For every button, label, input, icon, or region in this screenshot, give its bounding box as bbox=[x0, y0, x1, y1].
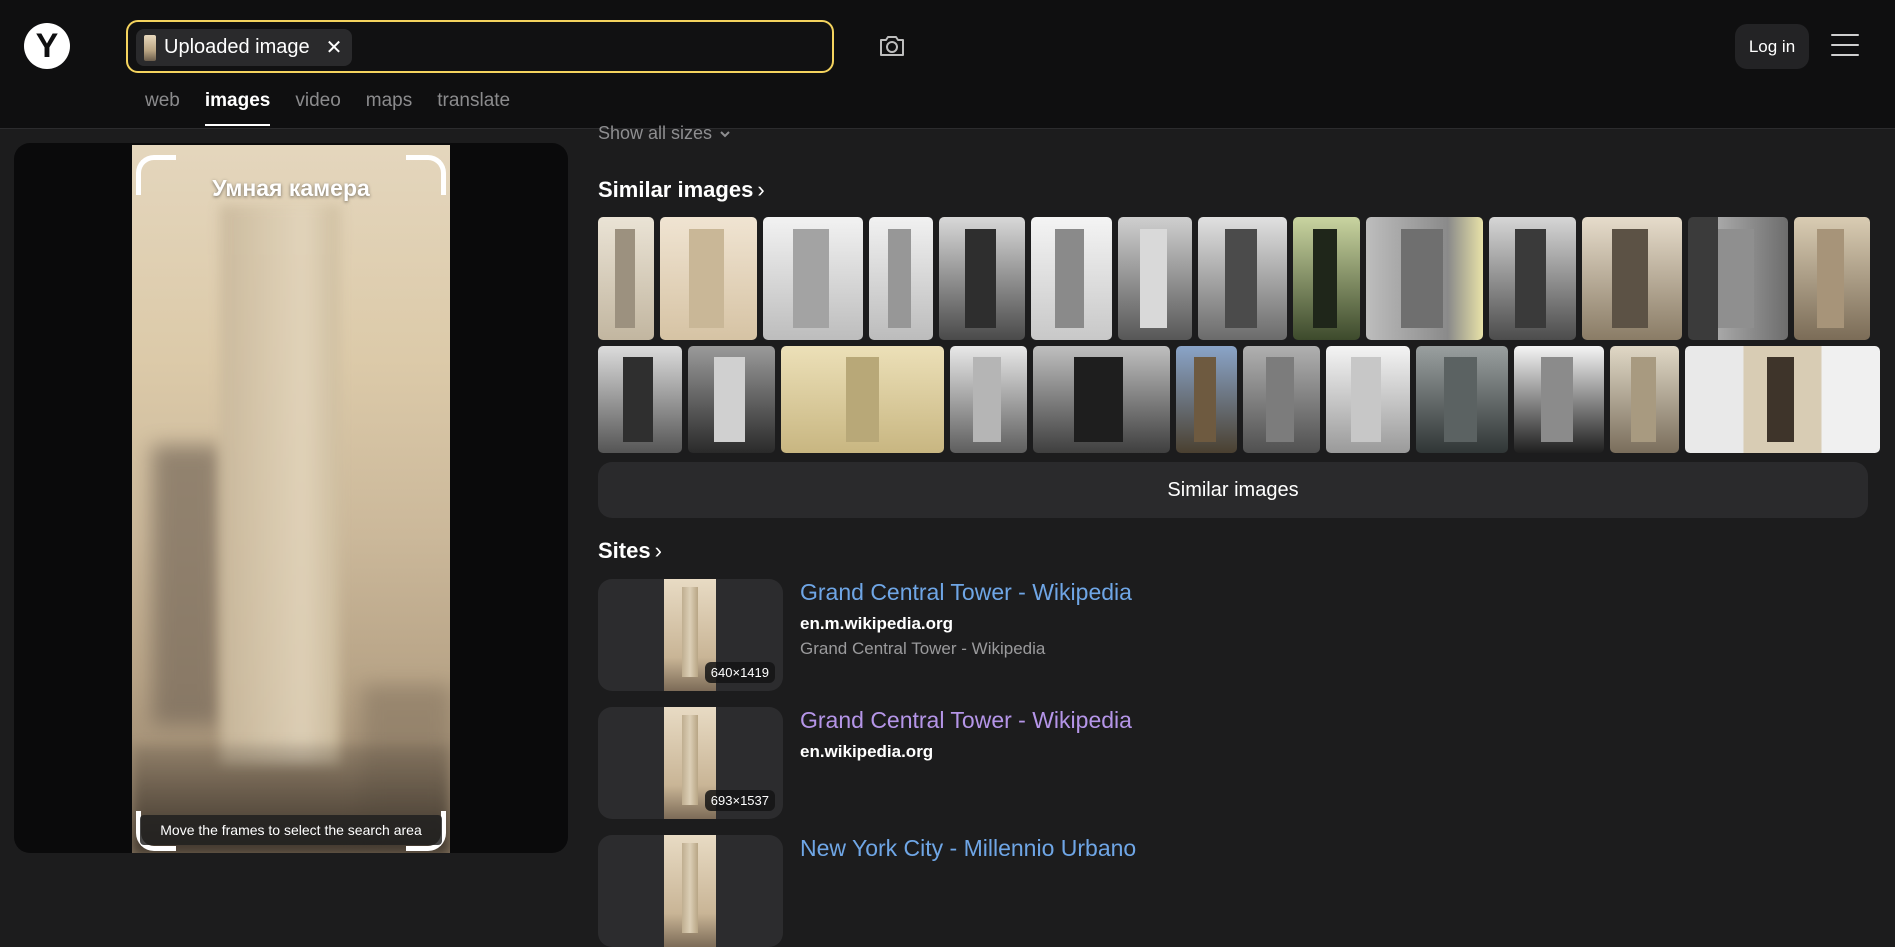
site-title-link[interactable]: Grand Central Tower - Wikipedia bbox=[800, 707, 1132, 734]
sites-title: Sites bbox=[598, 538, 651, 563]
search-box[interactable]: Uploaded image ✕ bbox=[126, 20, 834, 73]
similar-image-thumbnail[interactable] bbox=[950, 346, 1027, 453]
similar-image-thumbnail[interactable] bbox=[1685, 346, 1880, 453]
tab-translate[interactable]: translate bbox=[437, 90, 510, 126]
site-title-link[interactable]: Grand Central Tower - Wikipedia bbox=[800, 579, 1132, 606]
crop-frame-top-left-handle[interactable] bbox=[136, 155, 176, 195]
tab-images[interactable]: images bbox=[204, 90, 271, 126]
search-tabs: web images video maps translate bbox=[145, 90, 510, 126]
similar-image-thumbnail[interactable] bbox=[1118, 217, 1192, 340]
site-thumbnail[interactable]: 693×1537 bbox=[598, 707, 783, 819]
similar-images-button[interactable]: Similar images bbox=[598, 462, 1868, 518]
similar-image-thumbnail[interactable] bbox=[1489, 217, 1576, 340]
similar-images-heading[interactable]: Similar images › bbox=[598, 177, 765, 203]
tab-video[interactable]: video bbox=[295, 90, 340, 126]
crop-frame-top-right-handle[interactable] bbox=[406, 155, 446, 195]
header: Y Uploaded image ✕ Log in web images vid… bbox=[0, 0, 1895, 129]
similar-image-thumbnail[interactable] bbox=[598, 217, 654, 340]
show-all-sizes-label: Show all sizes bbox=[598, 123, 713, 143]
similar-images-row-1 bbox=[598, 217, 1870, 340]
uploaded-image-preview: Умная камера Move the frames to select t… bbox=[132, 145, 450, 853]
similar-image-thumbnail[interactable] bbox=[1366, 217, 1483, 340]
site-result: 640×1419 Grand Central Tower - Wikipedia… bbox=[598, 579, 1868, 691]
tab-web[interactable]: web bbox=[145, 90, 180, 126]
similar-image-thumbnail[interactable] bbox=[1031, 217, 1112, 340]
uploaded-image-label: Uploaded image bbox=[164, 36, 310, 58]
similar-image-thumbnail[interactable] bbox=[598, 346, 682, 453]
similar-image-thumbnail[interactable] bbox=[781, 346, 944, 453]
site-title-link[interactable]: New York City - Millennio Urbano bbox=[800, 835, 1136, 862]
sites-heading[interactable]: Sites › bbox=[598, 538, 662, 564]
crop-hint: Move the frames to select the search are… bbox=[140, 815, 442, 845]
similar-image-thumbnail[interactable] bbox=[1688, 217, 1788, 340]
results-panel: Show all sizes Similar images › Similar … bbox=[583, 123, 1895, 947]
similar-image-thumbnail[interactable] bbox=[1610, 346, 1679, 453]
close-icon[interactable]: ✕ bbox=[326, 38, 343, 58]
site-thumbnail-image bbox=[664, 835, 716, 947]
similar-image-thumbnail[interactable] bbox=[1416, 346, 1508, 453]
show-all-sizes-link[interactable]: Show all sizes bbox=[598, 123, 732, 144]
similar-image-thumbnail[interactable] bbox=[660, 217, 757, 340]
similar-image-thumbnail[interactable] bbox=[1293, 217, 1360, 340]
login-button[interactable]: Log in bbox=[1735, 24, 1809, 69]
similar-image-thumbnail[interactable] bbox=[869, 217, 933, 340]
similar-image-thumbnail[interactable] bbox=[1243, 346, 1320, 453]
similar-image-thumbnail[interactable] bbox=[1198, 217, 1287, 340]
uploaded-image-thumbnail bbox=[144, 34, 156, 61]
site-domain-link[interactable]: en.m.wikipedia.org bbox=[800, 614, 953, 634]
image-size-badge: 640×1419 bbox=[704, 662, 775, 683]
similar-image-thumbnail[interactable] bbox=[939, 217, 1025, 340]
smart-camera-title: Умная камера bbox=[212, 175, 370, 201]
similar-image-thumbnail[interactable] bbox=[1582, 217, 1682, 340]
site-description: Grand Central Tower - Wikipedia bbox=[800, 639, 1046, 658]
similar-image-thumbnail[interactable] bbox=[763, 217, 863, 340]
similar-images-row-2 bbox=[598, 346, 1880, 453]
yandex-logo[interactable]: Y bbox=[24, 23, 70, 69]
similar-image-thumbnail[interactable] bbox=[1033, 346, 1170, 453]
similar-image-thumbnail[interactable] bbox=[688, 346, 775, 453]
chevron-right-icon: › bbox=[757, 177, 765, 202]
site-thumbnail[interactable] bbox=[598, 835, 783, 947]
hamburger-menu-icon[interactable] bbox=[1831, 34, 1861, 58]
similar-image-thumbnail[interactable] bbox=[1326, 346, 1410, 453]
site-thumbnail[interactable]: 640×1419 bbox=[598, 579, 783, 691]
chevron-right-icon: › bbox=[654, 538, 662, 563]
site-domain-link[interactable]: en.wikipedia.org bbox=[800, 742, 933, 762]
similar-image-thumbnail[interactable] bbox=[1794, 217, 1870, 340]
similar-image-thumbnail[interactable] bbox=[1514, 346, 1604, 453]
uploaded-image-chip[interactable]: Uploaded image ✕ bbox=[136, 29, 353, 66]
similar-image-thumbnail[interactable] bbox=[1176, 346, 1237, 453]
image-size-badge: 693×1537 bbox=[704, 790, 775, 811]
tab-maps[interactable]: maps bbox=[366, 90, 412, 126]
image-preview-panel: Умная камера Move the frames to select t… bbox=[14, 143, 568, 853]
chevron-down-icon bbox=[720, 130, 730, 137]
site-result: New York City - Millennio Urbano bbox=[598, 835, 1868, 947]
similar-images-title: Similar images bbox=[598, 177, 754, 202]
camera-search-icon[interactable] bbox=[876, 30, 908, 62]
site-result: 693×1537 Grand Central Tower - Wikipedia… bbox=[598, 707, 1868, 819]
